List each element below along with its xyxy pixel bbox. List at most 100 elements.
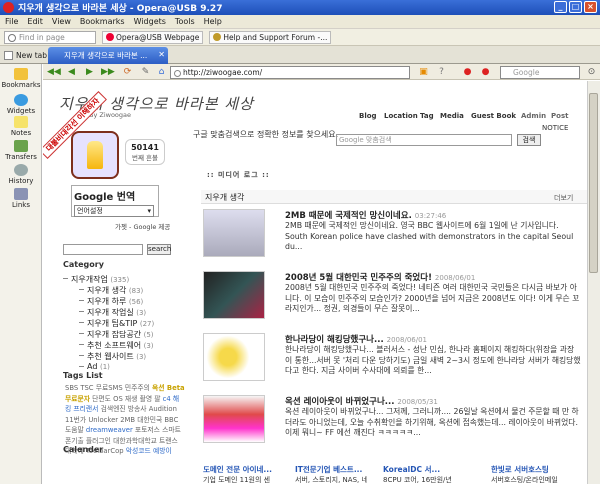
ad-link[interactable]: 도메인 전문 아이네... 기업 도메인 11원의 센 <box>203 464 275 484</box>
post-thumbnail[interactable] <box>203 395 265 443</box>
links-icon <box>14 188 28 200</box>
widgets-icon <box>14 94 28 106</box>
post-title[interactable]: 2MB 때문에 국제적인 망신이네요. 03:27:46 <box>285 209 446 221</box>
post-title[interactable]: 옥션 레이아웃이 바뀌었구나... 2008/05/31 <box>285 395 438 407</box>
post-excerpt: 2MB 때문에 국제적인 망신이네요. 영국 BBC 웹사이트에 6월 1일에 … <box>285 221 574 251</box>
category-item[interactable]: 추천 소프트웨어 (3) <box>79 340 154 351</box>
bookmarks-icon <box>14 68 28 80</box>
category-heading: Category <box>63 260 104 269</box>
close-button[interactable]: × <box>584 1 597 13</box>
stop-icon[interactable]: ● <box>461 66 474 78</box>
panel-widgets[interactable]: Widgets <box>0 94 42 115</box>
window-title-bar: 지우개 생각으로 바라본 세상 - Opera@USB 9.27 _ □ × <box>0 0 600 15</box>
nav-guestbook[interactable]: Guest Book <box>471 112 516 120</box>
nav-tag[interactable]: Tag <box>420 112 434 120</box>
post-title[interactable]: 한나라당이 해킹당했구나... 2008/06/01 <box>285 333 427 345</box>
category-item[interactable]: 추천 웹사이트 (3) <box>78 351 146 362</box>
category-item[interactable]: 지우개 팁&TIP (27) <box>78 318 154 329</box>
search-input[interactable]: Google <box>500 66 580 79</box>
nav-location[interactable]: Location <box>384 112 418 120</box>
panel-sidebar: Bookmarks Widgets Notes Transfers Histor… <box>0 64 42 484</box>
post-excerpt: 옥션 레이아웃이 바뀌었구나... 그저께, 그러니까.... 26일날 옥션에… <box>285 407 579 437</box>
post-thumbnail[interactable] <box>203 209 265 257</box>
panel-history[interactable]: History <box>0 164 42 185</box>
opera-icon <box>106 33 114 41</box>
category-item[interactable]: 지우개 하루 (56) <box>78 296 143 307</box>
bookmark-help-forum[interactable]: Help and Support Forum -... <box>209 30 332 44</box>
torch-icon <box>87 141 103 169</box>
history-icon <box>14 164 28 176</box>
menu-view[interactable]: View <box>52 17 71 26</box>
menu-bookmarks[interactable]: Bookmarks <box>80 17 125 26</box>
opera-icon[interactable]: ● <box>479 66 492 78</box>
forward-icon[interactable]: ▶ <box>83 66 96 78</box>
panel-transfers[interactable]: Transfers <box>0 140 42 161</box>
category-item[interactable]: 지우개 작업실 (3) <box>78 307 146 318</box>
rewind-icon[interactable]: ◀◀ <box>47 66 61 78</box>
tags-heading: Tags List <box>63 371 103 380</box>
section-heading: 지우개 생각 <box>201 190 587 204</box>
zoom-icon[interactable]: ⊙ <box>585 66 598 78</box>
new-tab-button[interactable]: New tab <box>4 48 47 62</box>
maximize-button[interactable]: □ <box>569 1 582 13</box>
home-icon[interactable]: ⌂ <box>155 66 168 78</box>
category-item[interactable]: 지우개 생각 (83) <box>78 285 143 296</box>
nav-post[interactable]: Post <box>551 112 568 120</box>
more-link[interactable]: 더보기 <box>554 193 573 203</box>
cse-label: 구글 맞춤검색으로 정확한 정보를 찾으세요. <box>193 130 339 139</box>
translate-powered-by[interactable]: 가젯 - Google 제공 <box>115 221 170 231</box>
blog-search-input[interactable] <box>63 244 143 255</box>
menu-tools[interactable]: Tools <box>175 17 195 26</box>
calendar-heading: Calender <box>63 445 104 454</box>
nav-admin[interactable]: Admin <box>521 112 546 120</box>
post-excerpt: 한나라당이 해킹당했구나... 블러서스 - 성난 민심, 한나라 홈페이지 해… <box>285 345 581 375</box>
bookmark-icon <box>213 33 222 41</box>
blog-search-button[interactable]: search <box>147 244 171 255</box>
google-cse-button[interactable]: 검색 <box>517 134 541 146</box>
page-content: 지우개 생각으로 바라본 세상 By Ziwoogae 대불비대각선 이해하자 … <box>43 81 587 484</box>
panel-links[interactable]: Links <box>0 188 42 209</box>
page-icon <box>4 50 13 60</box>
menu-edit[interactable]: Edit <box>27 17 43 26</box>
tab-active[interactable]: 지우개 생각으로 바라본 ... ✕ <box>48 47 168 64</box>
help-icon[interactable]: ? <box>435 66 448 78</box>
google-translate-widget: Google 번역 언어설정 <box>71 185 159 217</box>
category-item[interactable]: Ad (1) <box>79 362 110 371</box>
menu-widgets[interactable]: Widgets <box>134 17 166 26</box>
menu-file[interactable]: File <box>5 17 18 26</box>
menu-bar: File Edit View Bookmarks Widgets Tools H… <box>0 15 600 29</box>
post-thumbnail[interactable] <box>203 333 265 381</box>
bookmark-opera-usb[interactable]: Opera@USB Webpage <box>102 30 204 44</box>
fast-forward-icon[interactable]: ▶▶ <box>101 66 115 78</box>
menu-help[interactable]: Help <box>204 17 222 26</box>
google-translate-brand: Google 번역 <box>74 192 136 203</box>
post-title[interactable]: 2008년 5월 대한민국 민주주의 죽었다! 2008/06/01 <box>285 271 475 283</box>
category-item[interactable]: 지우개작업 (335) <box>62 274 129 285</box>
ad-link[interactable]: KorealDC 서... 8CPU 코어, 16만원/년 <box>383 464 455 484</box>
transfers-icon <box>14 140 28 152</box>
nav-media[interactable]: Media <box>440 112 464 120</box>
edit-icon[interactable]: ✎ <box>139 66 152 78</box>
media-log-heading: :: 미디어 로그 :: <box>207 171 270 179</box>
language-select[interactable]: 언어설정 <box>74 205 154 217</box>
opera-icon <box>3 2 14 13</box>
panel-bookmarks[interactable]: Bookmarks <box>0 68 42 89</box>
notice-heading: NOTICE <box>542 124 569 132</box>
address-bar[interactable]: http://ziwoogae.com/ <box>170 66 410 79</box>
site-byline: By Ziwoogae <box>89 111 132 119</box>
post-thumbnail[interactable] <box>203 271 265 319</box>
rss-icon[interactable]: ▣ <box>417 66 430 78</box>
reload-icon[interactable]: ⟳ <box>121 66 134 78</box>
find-in-page-input[interactable]: Find in page <box>4 30 96 44</box>
window-title: 지우개 생각으로 바라본 세상 - Opera@USB 9.27 <box>18 4 223 14</box>
minimize-button[interactable]: _ <box>554 1 567 13</box>
close-tab-icon[interactable]: ✕ <box>158 50 165 59</box>
google-cse-input[interactable]: Google 맞춤검색 <box>336 134 512 146</box>
back-icon[interactable]: ◀ <box>65 66 78 78</box>
scrollbar-thumb[interactable] <box>589 93 598 273</box>
category-item[interactable]: 지우개 잡담공간 (5) <box>79 329 154 340</box>
ad-link[interactable]: IT전문기업 베스트... 서버, 스토리지, NAS, 네 <box>295 464 367 484</box>
ad-link[interactable]: 한빛로 서버호스팅 서버호스팅/온라인메일 <box>491 464 563 484</box>
nav-blog[interactable]: Blog <box>359 112 377 120</box>
panel-notes[interactable]: Notes <box>0 116 42 137</box>
